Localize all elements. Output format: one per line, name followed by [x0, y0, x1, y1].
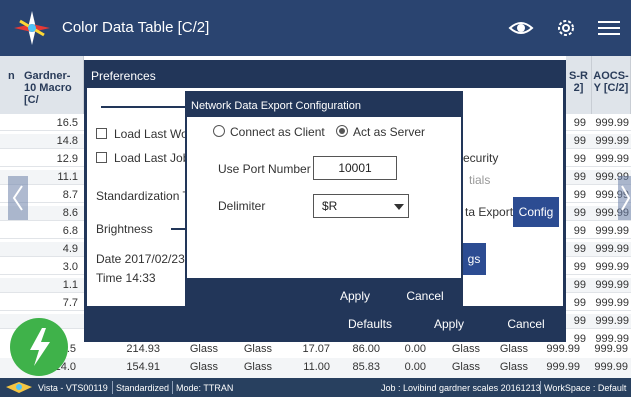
column-header-gardner[interactable]: n Gardner-10 Macro [C/: [0, 56, 84, 114]
status-divider: [172, 381, 173, 394]
load-last-workspace-checkbox[interactable]: [96, 128, 107, 139]
settings-button[interactable]: gs: [462, 243, 486, 275]
dropdown-arrow-icon: [394, 204, 404, 210]
credentials-label: tials: [469, 173, 491, 187]
workspace-status: WorkSpace : Default: [544, 383, 627, 393]
table-row[interactable]: 14.0 154.91 Glass Glass 11.00 85.83 0.00…: [0, 358, 631, 378]
network-export-dialog: Network Data Export Configuration Connec…: [185, 91, 463, 310]
vista-logo-icon: [6, 382, 32, 393]
column-header-aocs-y[interactable]: AOCS-Y [C/2]: [592, 56, 631, 114]
data-export-label: ta Export: [465, 205, 514, 219]
connect-client-radio[interactable]: [213, 125, 225, 137]
top-bar: Color Data Table [C/2]: [0, 0, 631, 56]
network-export-body: Connect as Client Act as Server Use Port…: [187, 117, 461, 278]
status-bar: Vista - VTS00119 Standardized Mode: TTRA…: [0, 378, 631, 397]
app-title: Color Data Table [C/2]: [62, 19, 210, 36]
standardized-status: Standardized: [116, 383, 170, 393]
act-server-label: Act as Server: [353, 125, 426, 139]
gear-icon[interactable]: [553, 16, 579, 40]
mode-status: Mode: TTRAN: [176, 383, 234, 393]
delimiter-select[interactable]: $R: [313, 194, 409, 218]
preferences-apply-button[interactable]: Apply: [411, 311, 487, 337]
port-label: Use Port Number: [218, 162, 311, 176]
preferences-footer: Defaults Apply Cancel: [84, 306, 566, 342]
divider: [101, 106, 191, 108]
eye-icon[interactable]: [508, 16, 534, 40]
delimiter-value: $R: [322, 199, 338, 213]
column-header-prefix: n: [8, 70, 15, 82]
config-button[interactable]: Config: [513, 197, 559, 227]
date-label: Date 2017/02/23: [96, 252, 185, 266]
prev-page-button[interactable]: [8, 176, 28, 220]
connect-client-label: Connect as Client: [230, 125, 325, 139]
network-apply-button[interactable]: Apply: [325, 283, 385, 309]
lightning-bolt-icon: [30, 328, 50, 366]
brightness-label: Brightness: [96, 222, 153, 236]
app-logo-icon: [14, 11, 50, 45]
preferences-title: Preferences: [91, 69, 156, 83]
load-last-job-label: Load Last Job: [114, 151, 190, 165]
time-label: Time 14:33: [96, 271, 156, 285]
column-header-label: Gardner-10 Macro [C/: [24, 70, 72, 106]
status-divider: [112, 381, 113, 394]
defaults-button[interactable]: Defaults: [332, 311, 408, 337]
chevron-right-icon: [621, 185, 631, 211]
measure-button[interactable]: [10, 318, 68, 376]
load-last-job-checkbox[interactable]: [96, 152, 107, 163]
act-server-radio[interactable]: [336, 125, 348, 137]
chevron-left-icon: [12, 185, 23, 211]
delimiter-label: Delimiter: [218, 199, 266, 213]
table-row[interactable]: 15.5 214.93 Glass Glass 17.07 86.00 0.00…: [0, 342, 631, 358]
next-page-button[interactable]: [618, 176, 631, 220]
standardization-label: Standardization Ti: [96, 189, 193, 203]
status-divider: [540, 381, 541, 394]
network-export-title: Network Data Export Configuration: [191, 100, 361, 112]
network-cancel-button[interactable]: Cancel: [394, 283, 456, 309]
port-input[interactable]: 10001: [313, 156, 397, 180]
job-status: Job : Lovibind gardner scales 20161213: [381, 383, 541, 393]
menu-icon[interactable]: [596, 16, 622, 40]
load-last-workspace-label: Load Last Wor: [114, 127, 192, 141]
instrument-id: Vista - VTS00119: [38, 383, 108, 393]
column-header-s-r[interactable]: S-R 2]: [566, 56, 592, 114]
security-label: ecurity: [463, 151, 499, 165]
preferences-cancel-button[interactable]: Cancel: [488, 311, 564, 337]
